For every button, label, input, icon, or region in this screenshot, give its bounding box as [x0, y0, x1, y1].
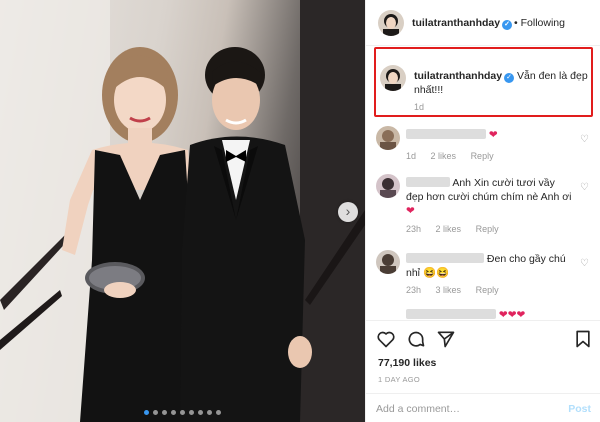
- caption-timestamp[interactable]: 1d: [414, 102, 424, 112]
- heart-emoji: ❤❤❤: [498, 309, 526, 320]
- comment-time[interactable]: 1d: [406, 151, 416, 161]
- carousel-dot: [207, 410, 212, 415]
- blurred-username[interactable]: [406, 129, 486, 139]
- post-actions: 77,190 likes 1 DAY AGO Post: [366, 320, 600, 422]
- reply-button[interactable]: Reply: [476, 224, 499, 234]
- comment-icon[interactable]: [406, 329, 426, 349]
- comment-item: ❤ 1d 2 likes Reply ♡: [366, 124, 600, 164]
- carousel-dot: [171, 410, 176, 415]
- likes-count[interactable]: 77,190 likes: [378, 357, 436, 369]
- comment-item: Đen cho gầy chú nhỉ 😆😆 23h 3 likes Reply…: [366, 248, 600, 298]
- like-comment-heart-icon[interactable]: ♡: [580, 134, 589, 145]
- like-comment-heart-icon[interactable]: ♡: [580, 258, 589, 269]
- blurred-username[interactable]: [406, 253, 484, 263]
- reply-button[interactable]: Reply: [476, 285, 499, 295]
- comment-item: Anh Xin cười tươi vầy đẹp hơn cười chúm …: [366, 172, 600, 234]
- user-avatar-icon: [376, 174, 400, 198]
- like-comment-heart-icon[interactable]: ♡: [580, 182, 589, 193]
- heart-emoji: ❤: [406, 205, 415, 217]
- avatar[interactable]: [380, 65, 406, 91]
- avatar[interactable]: [376, 126, 400, 150]
- caption-text: tuilatranthanhday ✓ Vẫn đen là đẹp nhất!!…: [414, 69, 590, 97]
- laughing-emoji: 😆😆: [422, 267, 450, 279]
- carousel-dot: [144, 410, 149, 415]
- carousel-dot: [216, 410, 221, 415]
- header-username-text[interactable]: tuilatranthanhday: [412, 17, 500, 29]
- post-header: tuilatranthanhday ✓ • Following: [366, 0, 600, 46]
- post-date[interactable]: 1 DAY AGO: [378, 375, 420, 384]
- comment-text: Đen cho gầy chú nhỉ 😆😆: [406, 252, 574, 280]
- header-username[interactable]: tuilatranthanhday ✓: [412, 17, 513, 30]
- verified-badge-icon: ✓: [504, 73, 515, 83]
- comment-time[interactable]: 23h: [406, 285, 421, 295]
- comment-item: ❤❤❤: [366, 308, 600, 320]
- comment-text: ❤: [406, 128, 574, 142]
- heart-emoji: ❤: [488, 129, 498, 141]
- header-separator: •: [514, 17, 518, 29]
- carousel-dots: [0, 410, 365, 415]
- comment-text: Anh Xin cười tươi vầy đẹp hơn cười chúm …: [406, 176, 574, 218]
- bookmark-icon[interactable]: [573, 329, 593, 349]
- reply-button[interactable]: Reply: [471, 151, 494, 161]
- share-icon[interactable]: [436, 329, 456, 349]
- following-button[interactable]: Following: [521, 17, 565, 29]
- follow-status[interactable]: • Following: [514, 17, 565, 29]
- comment-likes[interactable]: 2 likes: [431, 151, 457, 161]
- blurred-username[interactable]: [406, 177, 450, 187]
- comment-meta: 1d 2 likes Reply: [406, 151, 506, 161]
- user-avatar-icon: [380, 65, 406, 91]
- carousel-dot: [153, 410, 158, 415]
- carousel-dot: [189, 410, 194, 415]
- comment-meta: 23h 3 likes Reply: [406, 285, 511, 295]
- add-comment-bar: Post: [366, 393, 600, 422]
- avatar[interactable]: [376, 250, 400, 274]
- post-side-panel: tuilatranthanhday ✓ • Following tuilatran…: [365, 0, 600, 422]
- blurred-username[interactable]: [406, 309, 496, 319]
- post-photo[interactable]: ›: [0, 0, 365, 422]
- user-avatar-icon: [378, 10, 404, 36]
- post-button[interactable]: Post: [568, 403, 591, 415]
- user-avatar-icon: [376, 126, 400, 150]
- comment-meta: 23h 2 likes Reply: [406, 224, 511, 234]
- carousel-dot: [162, 410, 167, 415]
- comment-likes[interactable]: 2 likes: [436, 224, 462, 234]
- comment-likes[interactable]: 3 likes: [436, 285, 462, 295]
- comment-time[interactable]: 23h: [406, 224, 421, 234]
- avatar[interactable]: [376, 174, 400, 198]
- comment-text: ❤❤❤: [406, 308, 574, 320]
- avatar[interactable]: [378, 10, 404, 36]
- heart-icon[interactable]: [376, 329, 396, 349]
- carousel-dot: [198, 410, 203, 415]
- chevron-right-icon[interactable]: ›: [338, 202, 358, 222]
- verified-badge-icon: ✓: [502, 20, 513, 30]
- couple-photo-illustration: [0, 0, 365, 422]
- user-avatar-icon: [376, 250, 400, 274]
- carousel-dot: [180, 410, 185, 415]
- comment-input[interactable]: [376, 401, 556, 417]
- highlighted-caption: tuilatranthanhday ✓ Vẫn đen là đẹp nhất!!…: [374, 47, 593, 117]
- caption-username[interactable]: tuilatranthanhday: [414, 70, 502, 82]
